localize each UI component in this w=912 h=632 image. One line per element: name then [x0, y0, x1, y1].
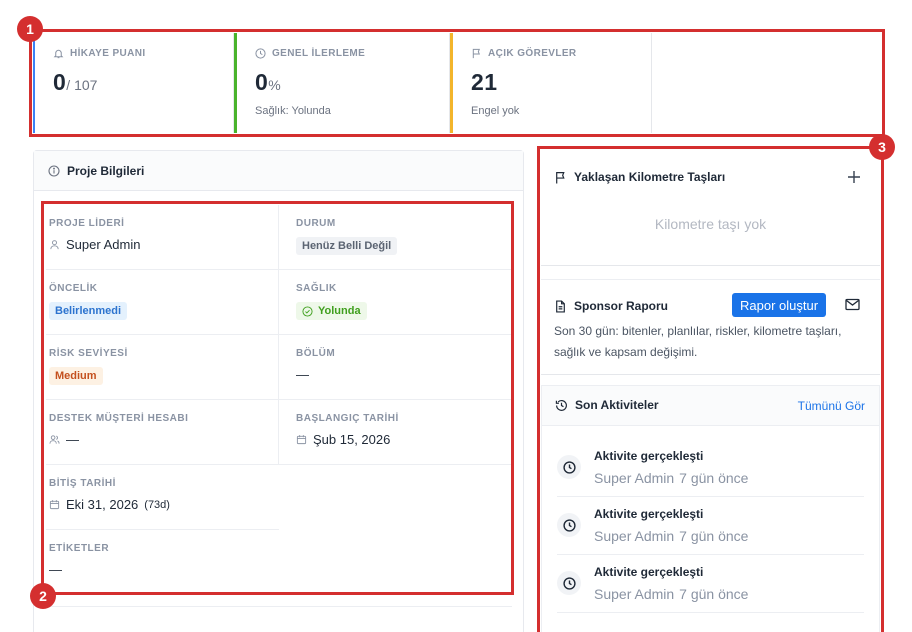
annotation-frame-2: [41, 201, 514, 595]
annotation-marker-1: 1: [17, 16, 43, 42]
info-icon: [48, 164, 60, 177]
annotation-marker-3: 3: [869, 134, 895, 160]
annotation-marker-2: 2: [30, 583, 56, 609]
divider: [46, 606, 512, 607]
project-info-header: Proje Bilgileri: [34, 151, 523, 191]
annotation-frame-1: [29, 29, 885, 137]
annotation-frame-3: [537, 146, 884, 632]
project-info-title: Proje Bilgileri: [67, 163, 145, 178]
